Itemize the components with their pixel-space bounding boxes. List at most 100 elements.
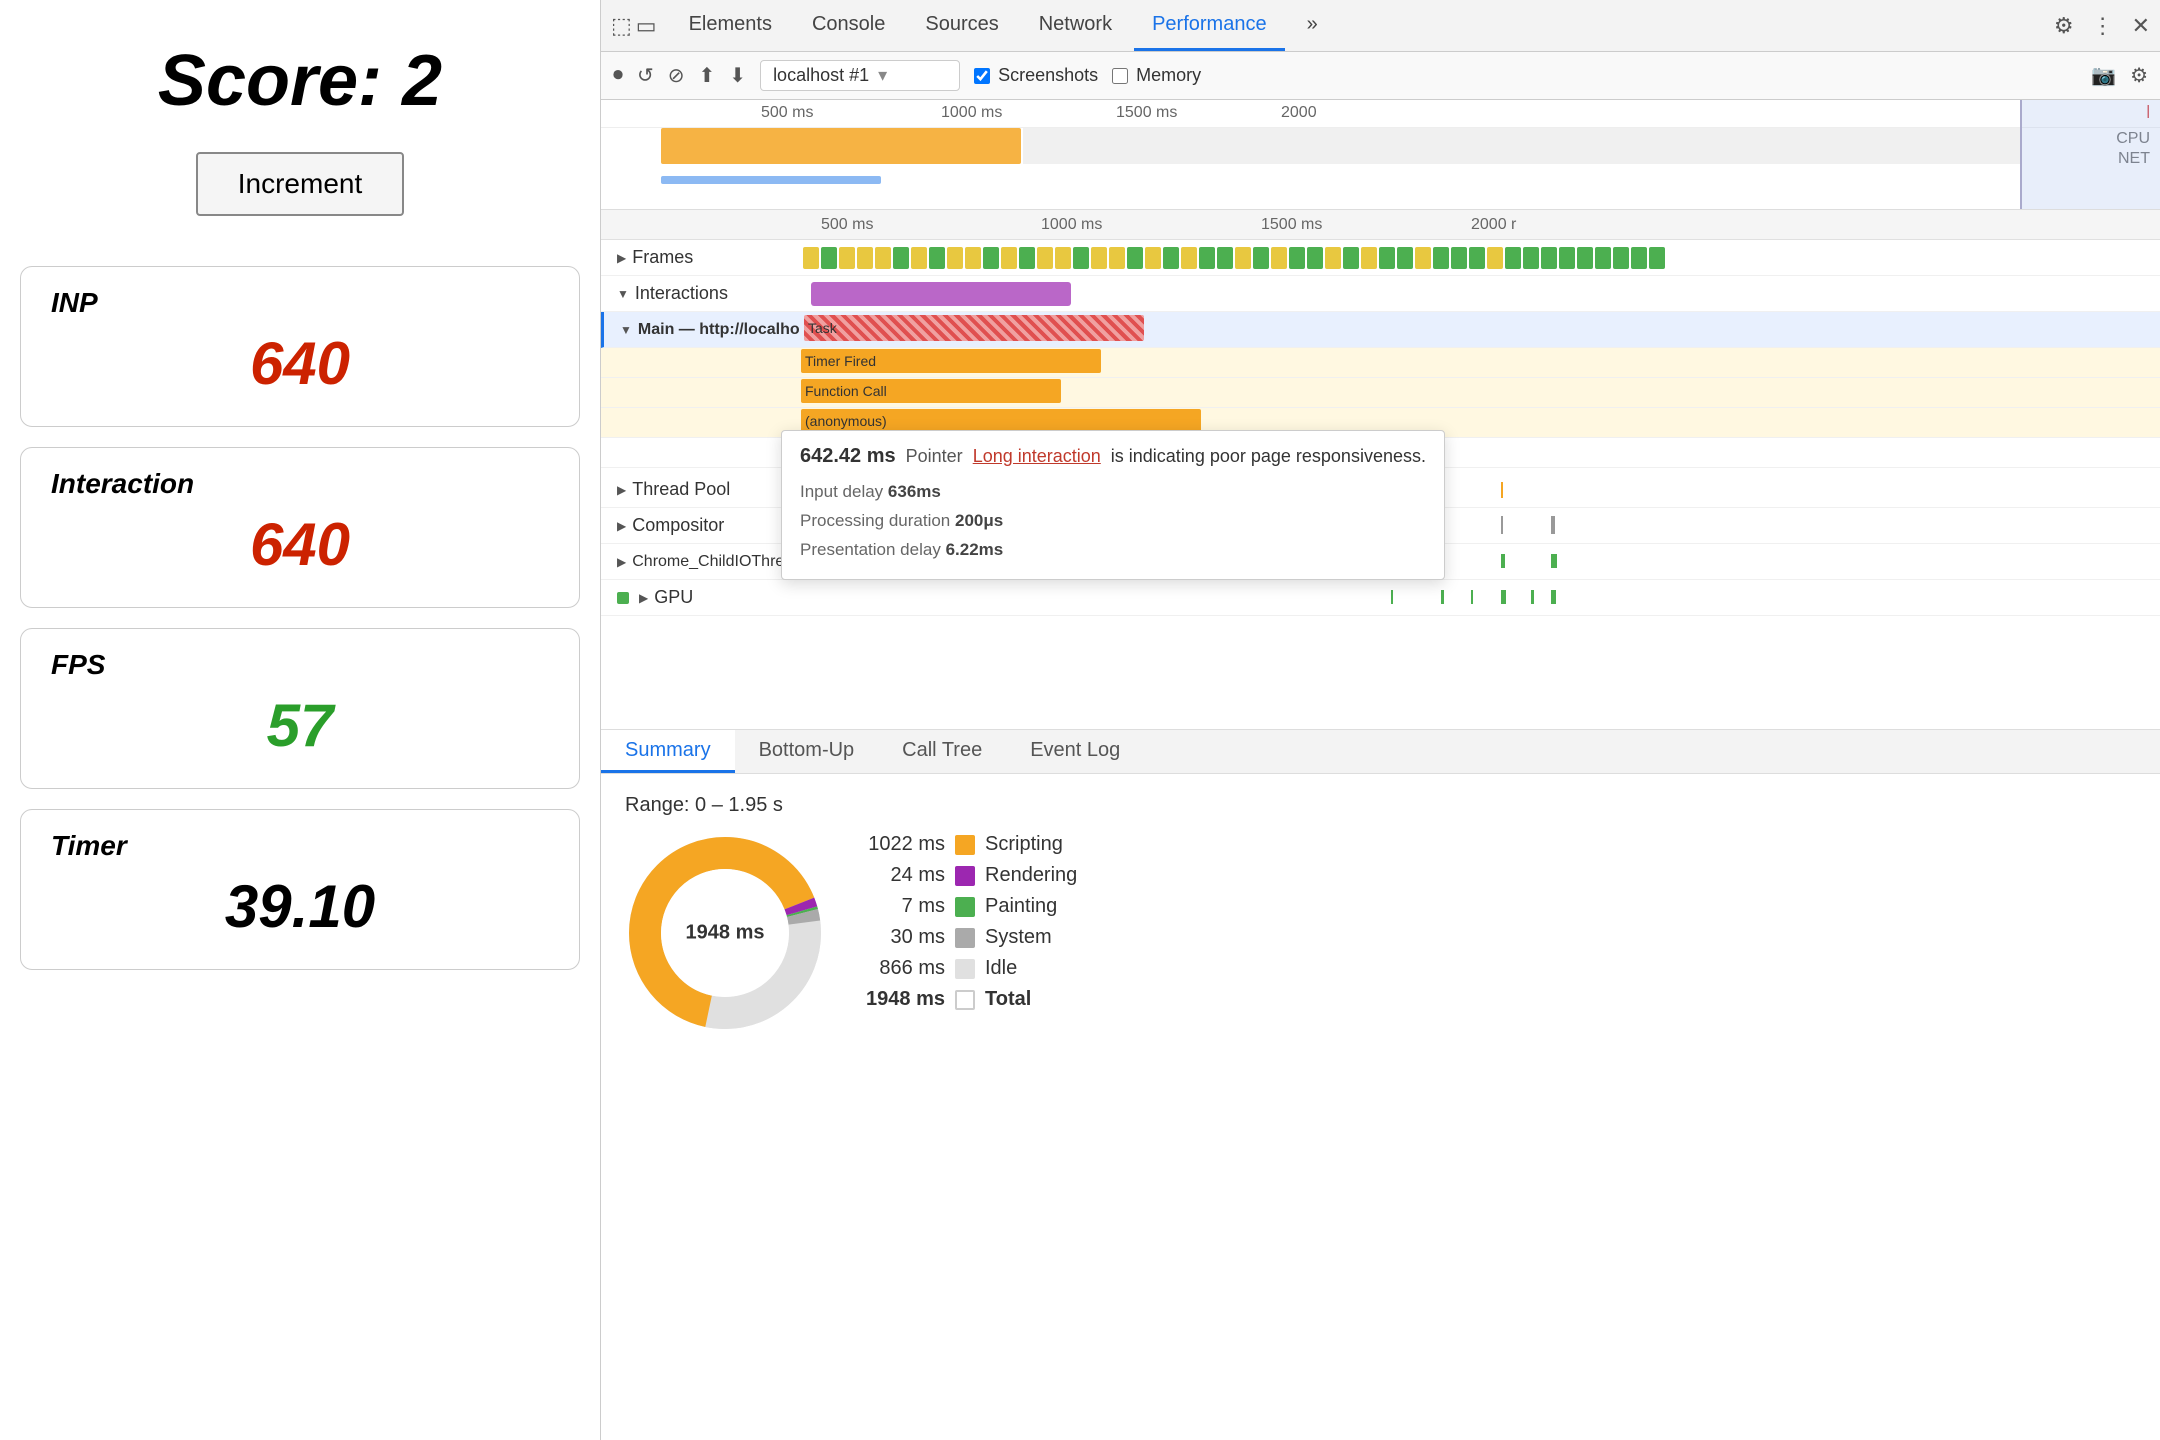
legend-color	[955, 959, 975, 979]
gpu-bar-6	[1551, 590, 1556, 604]
tick-1000: 1000 ms	[941, 104, 1002, 122]
chrome-io-triangle[interactable]: ▶	[617, 555, 626, 569]
tooltip-link[interactable]: Long interaction	[973, 446, 1101, 467]
menu-icon[interactable]: ⋮	[2092, 13, 2114, 39]
timeline-overview[interactable]: 500 ms 1000 ms 1500 ms 2000 | CPU NET	[601, 100, 2160, 210]
donut-chart: 1948 ms	[625, 833, 825, 1033]
frame-block	[1361, 247, 1377, 269]
legend-ms: 866 ms	[865, 957, 945, 980]
presentation-delay-value: 6.22ms	[946, 540, 1004, 559]
gpu-content	[801, 580, 2160, 615]
io-bar-6	[1551, 554, 1557, 568]
detail-tick-2000: 2000 r	[1471, 216, 1516, 234]
tab-more[interactable]: »	[1289, 0, 1336, 51]
summary-panel: Range: 0 – 1.95 s	[601, 774, 2160, 1440]
legend-row-scripting: 1022 ms Scripting	[865, 833, 1077, 856]
tab-elements[interactable]: Elements	[671, 0, 790, 51]
tp-bar-3	[1501, 482, 1503, 498]
memory-checkbox[interactable]	[1112, 68, 1128, 84]
frame-block	[1649, 247, 1665, 269]
device-icon[interactable]: ▭	[636, 13, 657, 39]
tab-bottom-up[interactable]: Bottom-Up	[735, 730, 879, 773]
frames-label: ▶ Frames	[601, 247, 801, 268]
compositor-triangle[interactable]: ▶	[617, 519, 626, 533]
perf-settings-icon[interactable]: ⚙	[2130, 63, 2148, 88]
gpu-triangle[interactable]: ▶	[639, 591, 648, 605]
frame-block	[1343, 247, 1359, 269]
timer-fired-content: Timer Fired	[801, 348, 2160, 377]
record-icon[interactable]: ⏺	[613, 64, 623, 87]
legend-name: Idle	[985, 957, 1017, 980]
settings-icon[interactable]: ⚙	[2054, 13, 2074, 39]
frames-triangle[interactable]: ▶	[617, 251, 626, 265]
legend-color	[955, 866, 975, 886]
legend-color	[955, 928, 975, 948]
frame-block	[1163, 247, 1179, 269]
download-icon[interactable]: ⬇	[729, 63, 746, 88]
detail-ruler: 500 ms 1000 ms 1500 ms 2000 r	[601, 210, 2160, 240]
net-bar	[661, 176, 881, 184]
frame-block	[803, 247, 819, 269]
overview-ruler: 500 ms 1000 ms 1500 ms 2000 |	[601, 100, 2160, 128]
main-triangle[interactable]: ▼	[620, 323, 632, 337]
frame-block	[1325, 247, 1341, 269]
legend-row-total: 1948 ms Total	[865, 988, 1077, 1011]
processing-duration-label: Processing duration	[800, 511, 950, 530]
tab-event-log[interactable]: Event Log	[1006, 730, 1144, 773]
gpu-track: ▶ GPU	[601, 580, 2160, 616]
frame-block	[839, 247, 855, 269]
timeline-detail[interactable]: 500 ms 1000 ms 1500 ms 2000 r ▶ Frames ▼…	[601, 210, 2160, 730]
frame-block	[1235, 247, 1251, 269]
reload-icon[interactable]: ↺	[637, 63, 654, 88]
close-icon[interactable]: ✕	[2132, 13, 2150, 39]
interaction-bar-1[interactable]	[811, 282, 1071, 306]
inspect-icon[interactable]: ⬚	[611, 13, 632, 39]
metric-label: INP	[51, 287, 549, 319]
frame-block	[911, 247, 927, 269]
overview-selection[interactable]	[2020, 100, 2160, 209]
screenshots-checkbox-group[interactable]: Screenshots	[974, 65, 1098, 86]
gpu-color-box	[617, 592, 629, 604]
frame-block	[1019, 247, 1035, 269]
url-selector[interactable]: localhost #1 ▾	[760, 60, 960, 91]
capture-icon[interactable]: 📷	[2091, 63, 2116, 88]
legend-row-rendering: 24 ms Rendering	[865, 864, 1077, 887]
tab-network[interactable]: Network	[1021, 0, 1130, 51]
left-panel: Score: 2 Increment INP 640 Interaction 6…	[0, 0, 600, 1440]
increment-button[interactable]: Increment	[196, 152, 405, 216]
screenshots-checkbox[interactable]	[974, 68, 990, 84]
legend-color	[955, 990, 975, 1010]
tab-summary[interactable]: Summary	[601, 730, 735, 773]
donut-center-label: 1948 ms	[686, 922, 765, 945]
frame-block	[1541, 247, 1557, 269]
tooltip-time: 642.42 ms	[800, 445, 896, 468]
frame-block	[965, 247, 981, 269]
gpu-label: ▶ GPU	[601, 587, 801, 608]
tab-console[interactable]: Console	[794, 0, 903, 51]
metric-label: Interaction	[51, 468, 549, 500]
frame-block	[1217, 247, 1233, 269]
frame-block	[1595, 247, 1611, 269]
legend-name: Total	[985, 988, 1031, 1011]
memory-checkbox-group[interactable]: Memory	[1112, 65, 1201, 86]
frame-block	[1037, 247, 1053, 269]
net-bar-container	[661, 170, 2020, 190]
frame-block	[1199, 247, 1215, 269]
compositor-label: ▶ Compositor	[601, 515, 801, 536]
tab-sources[interactable]: Sources	[907, 0, 1016, 51]
metric-value: 57	[51, 691, 549, 760]
metric-value: 640	[51, 510, 549, 579]
frame-block	[1433, 247, 1449, 269]
tooltip-details: Input delay 636ms Processing duration 20…	[800, 478, 1426, 565]
summary-range: Range: 0 – 1.95 s	[625, 794, 2136, 817]
frame-block	[929, 247, 945, 269]
interactions-triangle[interactable]: ▼	[617, 287, 629, 301]
tab-call-tree[interactable]: Call Tree	[878, 730, 1006, 773]
devtools-panel: ⬚ ▭ Elements Console Sources Network Per…	[600, 0, 2160, 1440]
thread-pool-triangle[interactable]: ▶	[617, 483, 626, 497]
main-label: ▼ Main — http://localho	[604, 321, 804, 339]
clear-icon[interactable]: ⊘	[668, 63, 685, 88]
io-bar-5	[1501, 554, 1505, 568]
upload-icon[interactable]: ⬆	[699, 63, 716, 88]
tab-performance[interactable]: Performance	[1134, 0, 1285, 51]
